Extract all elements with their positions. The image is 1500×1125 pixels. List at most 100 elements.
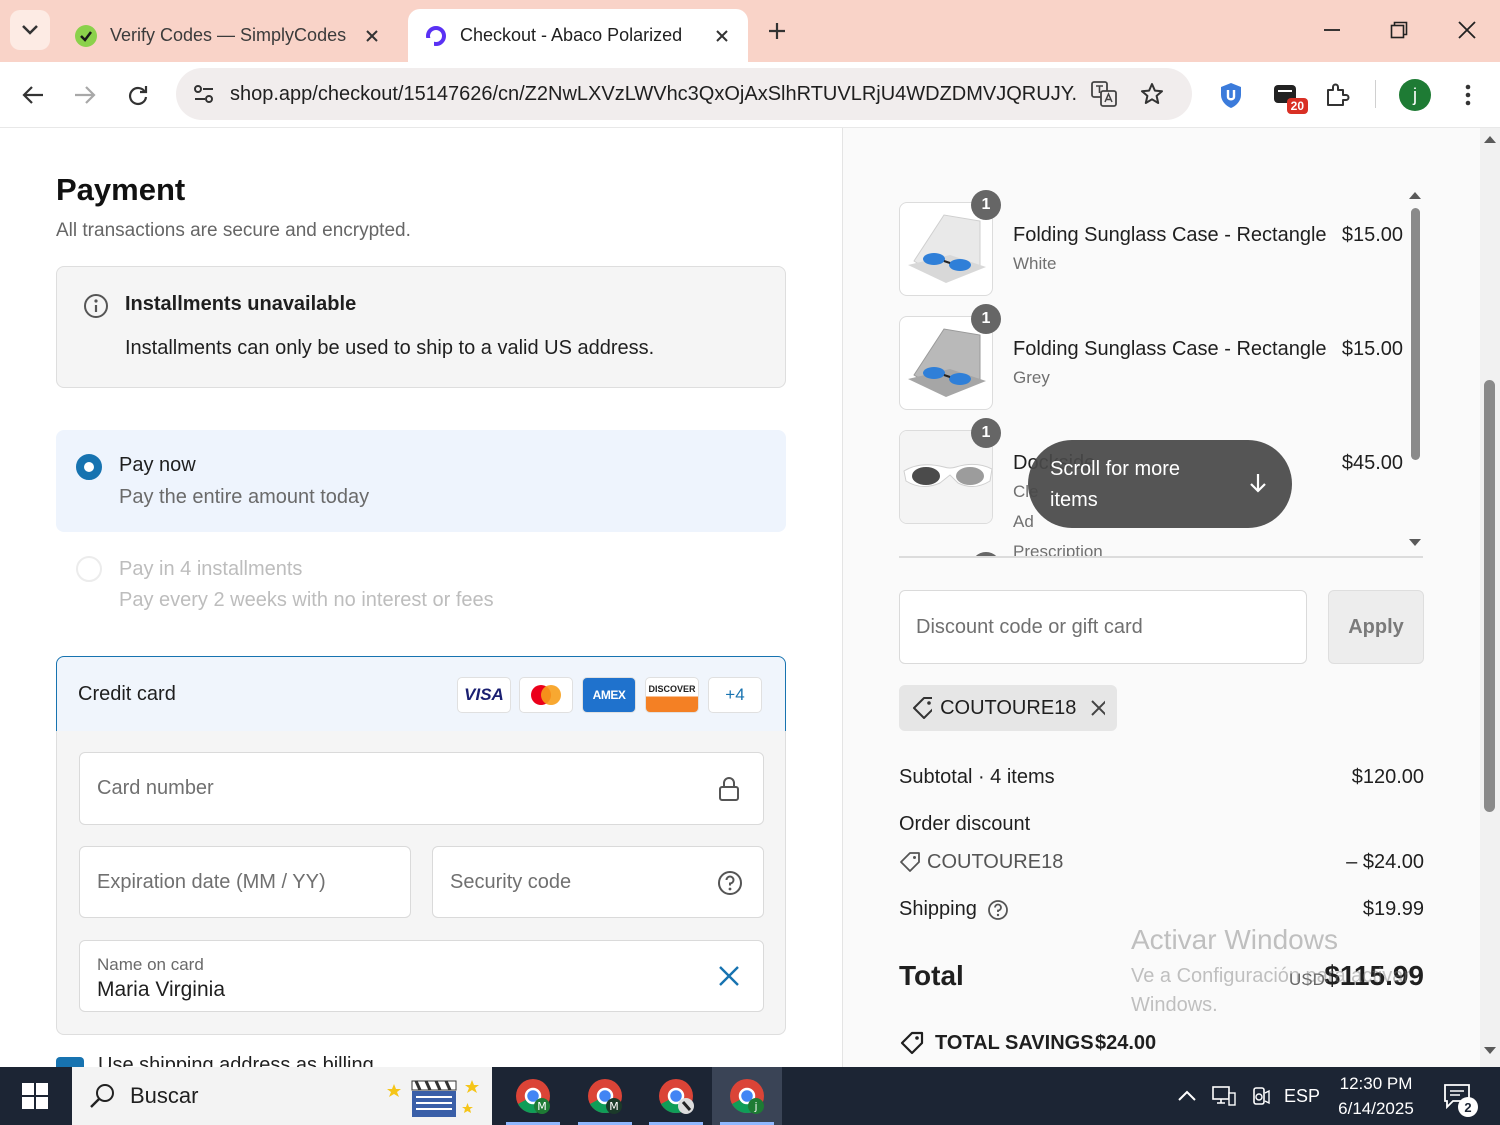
- chrome-icon: M: [516, 1079, 550, 1114]
- pay-in-4-option: Pay in 4 installments Pay every 2 weeks …: [56, 548, 786, 628]
- chrome-icon: j: [730, 1079, 764, 1114]
- clock-time: 12:30 PM: [1339, 1074, 1413, 1093]
- tab-title: Verify Codes — SimplyCodes: [110, 25, 347, 45]
- input-language[interactable]: ESP: [1280, 1067, 1324, 1125]
- credit-card-option[interactable]: Credit card VISA AMEX DISCOVER +4: [56, 656, 786, 732]
- caret-down-icon[interactable]: [1408, 538, 1422, 548]
- close-icon[interactable]: [710, 24, 734, 48]
- close-icon[interactable]: [360, 24, 384, 48]
- tab-checkout[interactable]: Checkout - Abaco Polarized: [408, 9, 748, 62]
- windows-icon: [22, 1083, 48, 1109]
- back-button[interactable]: [12, 74, 54, 116]
- url-text[interactable]: shop.app/checkout/15147626/cn/Z2NwLXVzLW…: [230, 83, 1076, 106]
- name-on-card-label: Name on card: [97, 955, 204, 974]
- billing-address-checkbox[interactable]: [56, 1057, 84, 1067]
- caret-up-icon[interactable]: [1483, 134, 1497, 144]
- tag-icon: [913, 697, 933, 719]
- browser-toolbar: shop.app/checkout/15147626/cn/Z2NwLXVzLW…: [0, 62, 1500, 128]
- caret-down-icon[interactable]: [1483, 1046, 1497, 1056]
- start-button[interactable]: [0, 1067, 70, 1125]
- notification-count-badge: 2: [1458, 1097, 1478, 1117]
- forward-button[interactable]: [64, 74, 106, 116]
- address-bar[interactable]: shop.app/checkout/15147626/cn/Z2NwLXVzLW…: [176, 68, 1192, 120]
- subtotal-value: $120.00: [1351, 766, 1424, 788]
- reload-button[interactable]: [117, 74, 159, 116]
- pay-in-4-radio: [76, 556, 102, 582]
- security-code-field[interactable]: Security code: [432, 846, 764, 918]
- item-price: $45.00: [1341, 452, 1403, 474]
- taskbar-search[interactable]: Buscar: [72, 1067, 492, 1125]
- browser-menu-button[interactable]: [1447, 74, 1489, 116]
- name-on-card-field[interactable]: Name on card Maria Virginia: [79, 940, 764, 1012]
- tab-strip: Verify Codes — SimplyCodes Checkout - Ab…: [0, 0, 1500, 62]
- amex-icon: AMEX: [582, 677, 636, 713]
- shield-extension-icon[interactable]: [1210, 74, 1252, 116]
- billing-address-label: Use shipping address as billing address: [98, 1054, 438, 1067]
- shop-icon: [422, 22, 450, 50]
- taskbar-chrome-j[interactable]: j: [712, 1067, 782, 1125]
- arrow-left-icon: [22, 86, 43, 104]
- tag-icon: [899, 851, 921, 873]
- items-scrollbar[interactable]: [1405, 186, 1425, 558]
- page-scroll-thumb[interactable]: [1484, 380, 1495, 812]
- help-icon[interactable]: [717, 870, 743, 896]
- minimize-button[interactable]: [1310, 10, 1354, 50]
- translate-icon[interactable]: [1084, 74, 1124, 114]
- credit-card-form: Card number Expiration date (MM / YY) Se…: [56, 731, 786, 1035]
- windows-activation-watermark: Activar Windows Ve a Configuración para …: [1131, 924, 1451, 1020]
- billing-address-label-text: Use shipping address as billing address: [98, 1054, 374, 1067]
- total-savings-value: $24.00: [1095, 1032, 1157, 1054]
- star-icon[interactable]: [1132, 74, 1172, 114]
- new-tab-button[interactable]: [760, 14, 794, 48]
- scroll-hint-text: Scroll for more items: [1050, 458, 1181, 511]
- discount-code-input[interactable]: Discount code or gift card: [899, 590, 1307, 664]
- more-cards-badge[interactable]: +4: [708, 677, 762, 713]
- restore-button[interactable]: [1377, 10, 1421, 50]
- clear-icon[interactable]: [718, 965, 740, 987]
- scroll-for-more-button[interactable]: Scroll for more items: [1028, 440, 1292, 528]
- close-window-button[interactable]: [1445, 10, 1489, 50]
- discount-code-label: COUTOURE18: [927, 851, 1064, 873]
- caret-up-icon[interactable]: [1408, 190, 1422, 200]
- pay-in-4-description: Pay every 2 weeks with no interest or fe…: [119, 589, 494, 611]
- extension-notification-icon[interactable]: 20: [1264, 74, 1308, 116]
- remove-discount-icon[interactable]: [1090, 699, 1105, 717]
- restore-icon: [1390, 21, 1408, 39]
- quantity-badge: 1: [971, 304, 1001, 334]
- pay-now-option[interactable]: Pay now Pay the entire amount today: [56, 430, 786, 532]
- applied-code: COUTOURE18: [940, 696, 1077, 719]
- show-hidden-icons-button[interactable]: [1172, 1067, 1202, 1125]
- notice-body: Installments can only be used to ship to…: [125, 337, 655, 359]
- installments-notice: Installments unavailable Installments ca…: [56, 266, 786, 388]
- items-scroll-thumb[interactable]: [1411, 208, 1420, 460]
- notification-center-button[interactable]: 2: [1432, 1067, 1482, 1125]
- apply-button[interactable]: Apply: [1328, 590, 1424, 664]
- taskbar-chrome-m[interactable]: M: [498, 1067, 568, 1125]
- clock-date: 6/14/2025: [1338, 1099, 1414, 1118]
- profile-button[interactable]: j: [1394, 74, 1436, 116]
- network-icon[interactable]: [1208, 1067, 1240, 1125]
- svg-text:M: M: [537, 1100, 547, 1113]
- taskbar-chrome-m2[interactable]: M: [570, 1067, 640, 1125]
- puzzle-icon[interactable]: [1316, 74, 1358, 116]
- site-settings-icon[interactable]: [184, 74, 224, 114]
- page-scrollbar[interactable]: [1480, 128, 1500, 1067]
- avatar: j: [1399, 79, 1431, 111]
- info-icon: [83, 293, 109, 319]
- discover-icon: DISCOVER: [645, 677, 699, 713]
- pay-now-radio[interactable]: [76, 454, 102, 480]
- item-price: $15.00: [1341, 224, 1403, 246]
- more-vert-icon: [1465, 84, 1471, 106]
- tab-search-button[interactable]: [10, 10, 50, 50]
- taskbar: Buscar M M j ESP 12:30 PM 6/14/2025 2: [0, 1067, 1500, 1125]
- taskbar-chrome-3[interactable]: [641, 1067, 711, 1125]
- payment-subtitle: All transactions are secure and encrypte…: [56, 220, 411, 241]
- speaker-icon[interactable]: [1246, 1067, 1274, 1125]
- close-icon: [1458, 21, 1476, 39]
- card-number-field[interactable]: Card number: [79, 752, 764, 825]
- chevron-up-icon: [1178, 1090, 1196, 1101]
- expiration-date-field[interactable]: Expiration date (MM / YY): [79, 846, 411, 918]
- tab-verify-codes[interactable]: Verify Codes — SimplyCodes: [58, 9, 398, 62]
- help-icon[interactable]: [987, 899, 1009, 921]
- clock[interactable]: 12:30 PM 6/14/2025: [1326, 1071, 1426, 1121]
